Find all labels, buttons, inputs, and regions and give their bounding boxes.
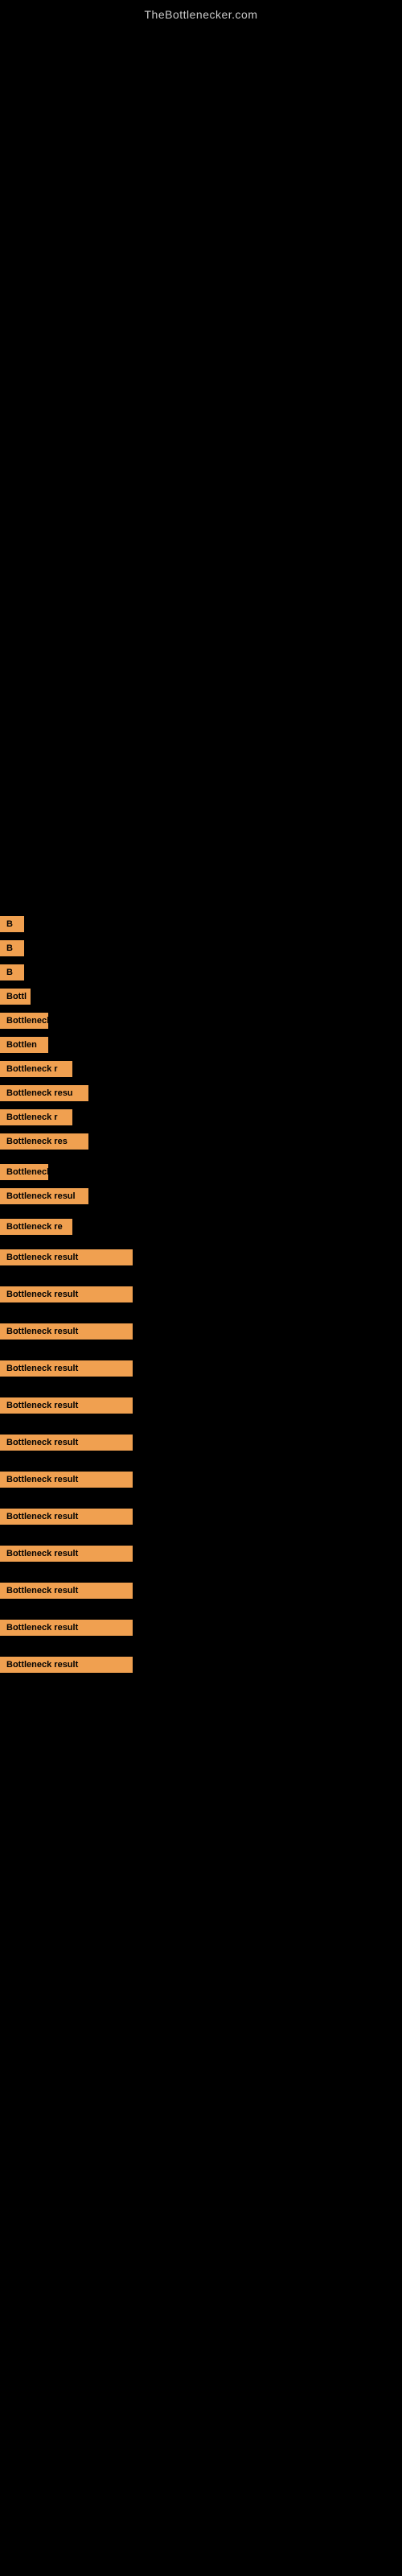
bottleneck-result-badge[interactable]: Bottleneck result bbox=[0, 1435, 133, 1451]
bottleneck-result-badge[interactable]: Bottleneck resu bbox=[0, 1085, 88, 1101]
result-row: Bottleneck result bbox=[0, 1320, 402, 1343]
result-row: Bottleneck result bbox=[0, 1357, 402, 1380]
bottleneck-result-badge[interactable]: Bottleneck result bbox=[0, 1397, 133, 1414]
result-row: Bottleneck re bbox=[0, 1216, 402, 1238]
bottleneck-result-badge[interactable]: Bottleneck result bbox=[0, 1509, 133, 1525]
result-row: Bottleneck result bbox=[0, 1283, 402, 1306]
result-row: B bbox=[0, 913, 402, 935]
bottleneck-result-badge[interactable]: Bottleneck result bbox=[0, 1286, 133, 1302]
bottleneck-result-badge[interactable]: Bottleneck r bbox=[0, 1061, 72, 1077]
results-area: BBBBottlBottleneckBottlenBottleneck rBot… bbox=[0, 913, 402, 1707]
site-header: TheBottlenecker.com bbox=[0, 0, 402, 27]
bottleneck-result-badge[interactable]: Bottleneck result bbox=[0, 1249, 133, 1265]
result-row: Bottleneck result bbox=[0, 1246, 402, 1269]
result-row: Bottleneck res bbox=[0, 1130, 402, 1153]
bottleneck-result-badge[interactable]: Bottleneck result bbox=[0, 1583, 133, 1599]
bottleneck-result-badge[interactable]: Bottlen bbox=[0, 1037, 48, 1053]
bottleneck-result-badge[interactable]: Bottleneck result bbox=[0, 1472, 133, 1488]
result-row: B bbox=[0, 961, 402, 984]
result-row: Bottleneck result bbox=[0, 1579, 402, 1602]
bottleneck-result-badge[interactable]: Bottleneck result bbox=[0, 1657, 133, 1673]
result-row: Bottleneck result bbox=[0, 1616, 402, 1639]
chart-area bbox=[0, 27, 402, 913]
bottleneck-result-badge[interactable]: Bottleneck resul bbox=[0, 1188, 88, 1204]
site-title: TheBottlenecker.com bbox=[0, 0, 402, 27]
result-row: Bottleneck result bbox=[0, 1653, 402, 1676]
bottleneck-result-badge[interactable]: Bottleneck r bbox=[0, 1109, 72, 1125]
result-row: Bottleneck result bbox=[0, 1542, 402, 1565]
result-row: Bottleneck r bbox=[0, 1058, 402, 1080]
bottleneck-result-badge[interactable]: B bbox=[0, 964, 24, 980]
result-row: Bottl bbox=[0, 985, 402, 1008]
result-row: Bottleneck result bbox=[0, 1394, 402, 1417]
bottleneck-result-badge[interactable]: Bottleneck result bbox=[0, 1323, 133, 1340]
result-row: Bottleneck bbox=[0, 1009, 402, 1032]
result-row: Bottlen bbox=[0, 1034, 402, 1056]
result-row: Bottleneck resul bbox=[0, 1185, 402, 1208]
bottleneck-result-badge[interactable]: Bottleneck res bbox=[0, 1133, 88, 1150]
bottleneck-result-badge[interactable]: B bbox=[0, 940, 24, 956]
bottleneck-result-badge[interactable]: Bottleneck re bbox=[0, 1219, 72, 1235]
bottleneck-result-badge[interactable]: Bottleneck bbox=[0, 1013, 48, 1029]
bottleneck-result-badge[interactable]: Bottleneck bbox=[0, 1164, 48, 1180]
bottleneck-result-badge[interactable]: B bbox=[0, 916, 24, 932]
result-row: B bbox=[0, 937, 402, 960]
bottleneck-result-badge[interactable]: Bottleneck result bbox=[0, 1360, 133, 1377]
result-row: Bottleneck r bbox=[0, 1106, 402, 1129]
result-row: Bottleneck bbox=[0, 1161, 402, 1183]
result-row: Bottleneck result bbox=[0, 1505, 402, 1528]
result-row: Bottleneck result bbox=[0, 1468, 402, 1491]
bottleneck-result-badge[interactable]: Bottleneck result bbox=[0, 1620, 133, 1636]
result-row: Bottleneck result bbox=[0, 1431, 402, 1454]
result-row: Bottleneck resu bbox=[0, 1082, 402, 1104]
bottleneck-result-badge[interactable]: Bottleneck result bbox=[0, 1546, 133, 1562]
bottleneck-result-badge[interactable]: Bottl bbox=[0, 989, 31, 1005]
